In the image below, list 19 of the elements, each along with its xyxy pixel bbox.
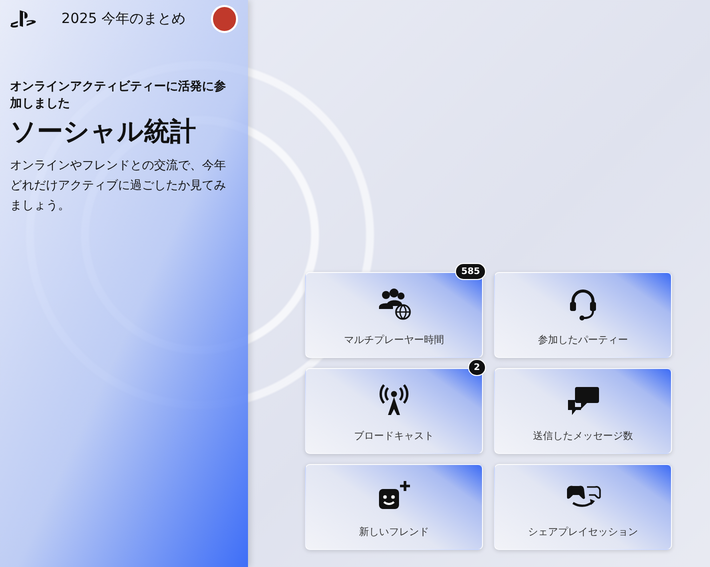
avatar[interactable] [210, 5, 238, 33]
people-globe-icon [376, 287, 412, 321]
section-heading: ソーシャル統計 [10, 116, 197, 149]
description: オンラインやフレンドとの交流で、今年どれだけアクティブに過ごしたか見てみましょう。 [10, 157, 227, 214]
stat-card[interactable]: シェアプレイセッション [494, 464, 672, 550]
card-label: シェアプレイセッション [528, 526, 638, 539]
stat-card[interactable]: 参加したパーティー [494, 272, 672, 358]
playstation-logo-icon [10, 10, 36, 28]
subtitle: オンラインアクティビティーに活発に参加しました [10, 78, 227, 112]
card-label: 参加したパーティー [538, 334, 628, 347]
stat-card[interactable]: 送信したメッセージ数 [494, 368, 672, 454]
count-badge: 2 [468, 359, 486, 376]
card-label: ブロードキャスト [354, 430, 434, 443]
page-title: 2025 今年のまとめ [61, 10, 186, 28]
card-label: マルチプレーヤー時間 [344, 334, 444, 347]
count-badge: 585 [455, 263, 486, 280]
card-label: 新しいフレンド [359, 526, 429, 539]
stat-card[interactable]: 新しいフレンド [305, 464, 483, 550]
card-label: 送信したメッセージ数 [533, 430, 633, 443]
